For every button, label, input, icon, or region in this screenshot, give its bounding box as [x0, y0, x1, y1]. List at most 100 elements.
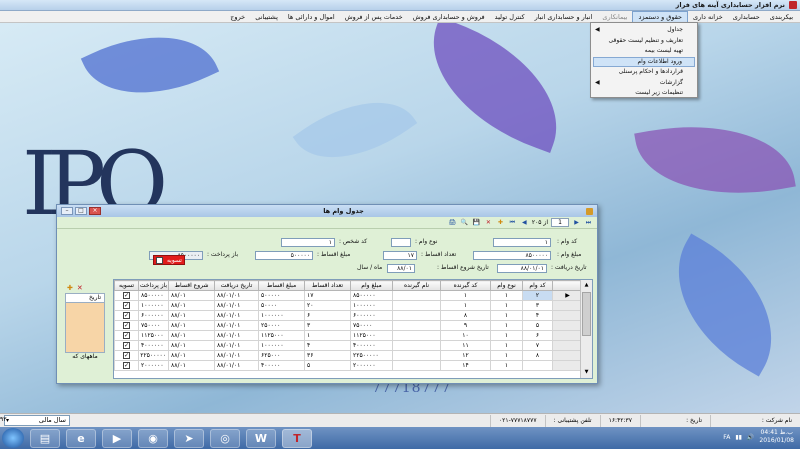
column-header[interactable]: نوع وام — [490, 280, 523, 291]
settled-cell[interactable]: ✓ — [114, 320, 139, 331]
add-month-icon[interactable]: ✚ — [67, 284, 73, 292]
table-cell[interactable] — [392, 360, 441, 371]
receive-date-field[interactable]: ۸۸/۰۱/۰۱ — [497, 264, 547, 273]
table-row[interactable]: ۷ ۱ ۱۱ ۴۰۰۰۰۰۰ ۴ ۱۰۰۰۰۰۰ ۸۸/۰۱/۰۱ ۸۸/۰۱ ۴۰۰۰۰۰۰ ✓ — [114, 340, 583, 351]
column-header[interactable]: کد گیرنده — [440, 280, 491, 291]
dropdown-item[interactable]: گزارشات ◀ — [591, 78, 697, 89]
search-icon[interactable]: 🔍 — [460, 218, 469, 227]
months-list[interactable] — [65, 303, 105, 353]
menu-item[interactable]: بیکربندی — [765, 11, 798, 23]
ie-icon[interactable]: e — [66, 428, 96, 448]
table-cell[interactable]: ۱ — [440, 290, 491, 301]
telegram-icon[interactable]: ➤ — [174, 428, 204, 448]
start-button[interactable] — [2, 428, 24, 448]
language-indicator[interactable]: FA — [723, 434, 730, 441]
table-cell[interactable]: ۸۸/۰۱/۰۱ — [214, 350, 259, 361]
menu-item[interactable]: فروش و حسابداری فروش — [408, 11, 490, 23]
table-cell[interactable]: ۲۲۵۰۰۰۰۰ — [138, 350, 169, 361]
delete-month-icon[interactable]: ✕ — [77, 284, 83, 292]
table-cell[interactable]: ۱۱ — [440, 340, 491, 351]
dropdown-item[interactable]: تنظیمات زیر لیست — [591, 88, 697, 99]
table-cell[interactable]: ۲۲۵۰۰۰۰۰ — [350, 350, 393, 361]
menu-item[interactable]: پشتیبانی — [250, 11, 283, 23]
table-cell[interactable]: ۳ — [522, 300, 553, 311]
table-cell[interactable]: ۱ — [490, 320, 523, 331]
table-cell[interactable]: ۸۸/۰۱ — [168, 300, 215, 311]
prev-record-icon[interactable]: ▶ — [572, 218, 581, 227]
row-header[interactable] — [552, 350, 583, 361]
settled-cell[interactable]: ✓ — [114, 290, 139, 301]
add-record-icon[interactable]: ✚ — [496, 218, 505, 227]
menu-item[interactable]: حسابداری — [728, 11, 765, 23]
table-cell[interactable]: ۱ — [490, 300, 523, 311]
table-cell[interactable]: ۹ — [440, 320, 491, 331]
table-cell[interactable]: ۱ — [490, 310, 523, 321]
row-header[interactable] — [552, 330, 583, 341]
settled-checkbox[interactable]: ✓ — [123, 342, 130, 349]
table-cell[interactable]: ۱۲ — [440, 350, 491, 361]
settled-cell[interactable]: ✓ — [114, 360, 139, 371]
volume-icon[interactable]: 🔊 — [747, 434, 754, 441]
column-header[interactable]: تاریخ دریافت — [214, 280, 259, 291]
table-cell[interactable] — [522, 360, 553, 371]
table-cell[interactable]: ۸۸/۰۱ — [168, 320, 215, 331]
settled-checkbox[interactable]: ✓ — [123, 292, 130, 299]
settled-cell[interactable]: ✓ — [114, 300, 139, 311]
maximize-button[interactable]: □ — [75, 207, 87, 215]
table-cell[interactable]: ۳ — [304, 320, 351, 331]
table-cell[interactable]: ۶ — [304, 310, 351, 321]
column-header[interactable]: مبلغ وام — [350, 280, 393, 291]
menu-item[interactable]: کنترل تولید — [490, 11, 530, 23]
scroll-thumb[interactable] — [582, 292, 591, 336]
next-record-icon[interactable]: ◀ — [520, 218, 529, 227]
settled-checkbox[interactable]: ✓ — [123, 322, 130, 329]
menu-item[interactable]: بیمانکاری — [597, 11, 632, 23]
table-cell[interactable]: ۴۰۰۰۰۰۰ — [138, 340, 169, 351]
column-header[interactable]: نام گیرنده — [392, 280, 441, 291]
settled-cell[interactable]: ✓ — [114, 310, 139, 321]
dropdown-item[interactable]: تعاریف و تنظیم لیست حقوقی — [591, 36, 697, 47]
table-cell[interactable]: ۸۸/۰۱ — [168, 360, 215, 371]
dropdown-item[interactable]: تهیه لیست بیمه — [591, 46, 697, 57]
table-cell[interactable]: ۱ — [490, 290, 523, 301]
menu-item[interactable]: خروج — [225, 11, 250, 23]
column-header[interactable]: مبلغ اقساط — [258, 280, 305, 291]
table-cell[interactable]: ۲۰۰۰۰۰۰ — [138, 360, 169, 371]
app-t-icon[interactable]: T — [282, 428, 312, 448]
network-icon[interactable]: ▮▮ — [735, 434, 742, 441]
table-cell[interactable]: ۱ — [490, 340, 523, 351]
table-cell[interactable]: ۷ — [522, 340, 553, 351]
table-cell[interactable]: ۱ — [490, 360, 523, 371]
settled-checkbox[interactable]: ✓ — [156, 257, 164, 264]
table-cell[interactable]: ۸۸/۰۱ — [168, 340, 215, 351]
installments-field[interactable]: ۱۷ — [383, 251, 417, 260]
minimize-button[interactable]: – — [61, 207, 73, 215]
table-cell[interactable]: ۸ — [440, 310, 491, 321]
scroll-up-icon[interactable]: ▲ — [582, 281, 591, 290]
menu-item[interactable]: خزانه داری — [688, 11, 728, 23]
table-cell[interactable]: ۸۸/۰۱/۰۱ — [214, 300, 259, 311]
table-cell[interactable]: ۸۵۰۰۰۰۰ — [350, 290, 393, 301]
table-row[interactable]: ▶ ۲ ۱ ۱ ۸۵۰۰۰۰۰ ۱۷ ۵۰۰۰۰۰ ۸۸/۰۱/۰۱ ۸۸/۰۱ ۸۵۰۰۰۰۰ ✓ — [114, 290, 583, 301]
table-cell[interactable]: ۶۰۰۰۰۰۰ — [138, 310, 169, 321]
table-cell[interactable]: ۱۰۰۰۰۰۰ — [138, 300, 169, 311]
last-record-icon[interactable]: ⏮ — [508, 218, 517, 227]
table-cell[interactable]: ۲۵۰۰۰۰ — [258, 320, 305, 331]
scroll-down-icon[interactable]: ▼ — [582, 368, 591, 377]
word-icon[interactable]: W — [246, 428, 276, 448]
print-icon[interactable]: 🖨 — [448, 218, 457, 227]
person-code-field[interactable]: ۱ — [281, 238, 335, 247]
table-cell[interactable]: ۵ — [522, 320, 553, 331]
table-cell[interactable]: ۱ — [304, 330, 351, 341]
table-cell[interactable]: ۶۲۵۰۰۰ — [258, 350, 305, 361]
table-cell[interactable]: ۸۸/۰۱/۰۱ — [214, 330, 259, 341]
table-cell[interactable]: ۱ — [440, 300, 491, 311]
settled-checkbox[interactable]: ✓ — [123, 352, 130, 359]
table-cell[interactable]: ۵۰۰۰۰ — [258, 300, 305, 311]
table-cell[interactable]: ۸۸/۰۱/۰۱ — [214, 310, 259, 321]
loan-type-select[interactable] — [391, 238, 411, 247]
table-cell[interactable]: ۸۸/۰۱ — [168, 310, 215, 321]
table-cell[interactable]: ۸۸/۰۱ — [168, 330, 215, 341]
table-cell[interactable]: ۸۵۰۰۰۰۰ — [138, 290, 169, 301]
table-row[interactable]: ۵ ۱ ۹ ۷۵۰۰۰۰ ۳ ۲۵۰۰۰۰ ۸۸/۰۱/۰۱ ۸۸/۰۱ ۷۵۰۰۰۰ ✓ — [114, 320, 583, 331]
